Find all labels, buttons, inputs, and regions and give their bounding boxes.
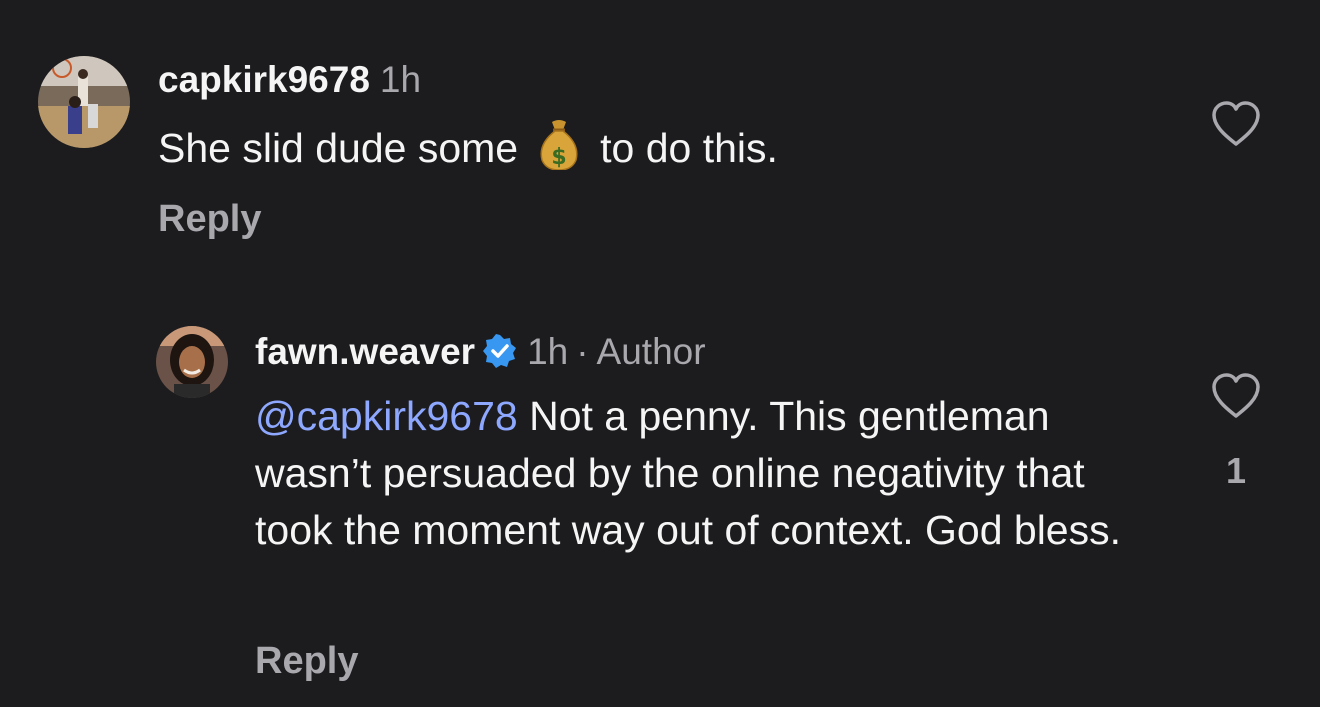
money-bag-icon: $ — [536, 118, 582, 171]
separator: · — [576, 331, 589, 372]
comment-text-before: She slid dude some — [158, 125, 519, 171]
heart-icon — [1212, 373, 1260, 418]
comment-text-after: to do this. — [600, 125, 778, 171]
like-button[interactable] — [1210, 100, 1262, 148]
comment: capkirk9678 1h She slid dude some $ to do… — [0, 0, 1320, 260]
comment-text: She slid dude some $ to do this. — [158, 118, 778, 174]
comment-meta: capkirk9678 1h — [158, 58, 421, 102]
svg-text:$: $ — [551, 145, 566, 170]
timestamp: 1h — [527, 331, 569, 372]
username[interactable]: capkirk9678 — [158, 59, 370, 100]
reply-comment: fawn.weaver 1h · Author @capkirk9678 Not a… — [0, 300, 1320, 707]
basketball-photo-avatar-image — [38, 56, 130, 148]
comment-meta: fawn.weaver 1h · Author — [255, 330, 706, 374]
mention-link[interactable]: @capkirk9678 — [255, 393, 518, 439]
avatar[interactable] — [156, 326, 228, 398]
author-label: Author — [596, 331, 706, 372]
like-button[interactable] — [1210, 372, 1262, 420]
timestamp: 1h — [379, 59, 422, 100]
like-count: 1 — [1225, 450, 1247, 491]
comment-text: @capkirk9678 Not a penny. This gentleman… — [255, 388, 1155, 559]
heart-icon — [1212, 101, 1260, 146]
avatar[interactable] — [38, 56, 130, 148]
verified-badge-icon — [483, 334, 517, 368]
username[interactable]: fawn.weaver — [255, 331, 475, 372]
reply-button[interactable]: Reply — [158, 196, 261, 242]
profile-photo-avatar-image — [156, 326, 228, 398]
reply-button[interactable]: Reply — [255, 638, 358, 684]
